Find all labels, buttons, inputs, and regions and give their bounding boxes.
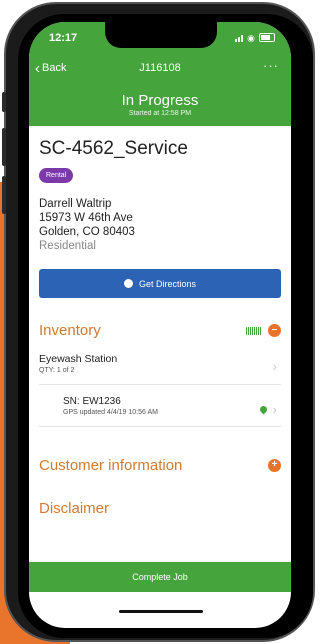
job-details: SC-4562_Service Rental Darrell Waltrip 1… xyxy=(29,138,291,517)
address-line-2: Golden, CO 80403 xyxy=(39,226,135,238)
inventory-section-header: Inventory – xyxy=(39,322,281,339)
serial-number: SN: EW1236 xyxy=(63,396,121,407)
serial-number-row[interactable]: SN: EW1236 GPS updated 4/4/19 10:56 AM › xyxy=(39,396,281,417)
address-line-1: 15973 W 46th Ave xyxy=(39,212,133,224)
signal-icon xyxy=(235,34,244,42)
customer-type: Residential xyxy=(39,240,96,252)
mute-switch xyxy=(2,92,6,112)
job-status: In Progress xyxy=(121,92,199,109)
get-directions-label: Get Directions xyxy=(138,278,197,289)
remove-circle-icon[interactable]: – xyxy=(268,324,281,337)
job-status-banner: In Progress Started at 12:58 PM xyxy=(29,92,291,117)
inventory-item-row[interactable]: Eyewash Station QTY: 1 of 2 › xyxy=(39,353,281,374)
job-id-title: SC-4562_Service xyxy=(39,138,188,159)
complete-job-button[interactable]: Complete Job xyxy=(29,562,291,592)
gps-updated-text: GPS updated 4/4/19 10:56 AM xyxy=(63,409,158,416)
inventory-item-name: Eyewash Station xyxy=(39,353,118,365)
barcode-scan-icon[interactable] xyxy=(246,326,262,335)
divider xyxy=(39,384,281,385)
volume-down-button xyxy=(2,176,6,214)
inventory-title: Inventory xyxy=(39,322,101,339)
phone-screen: 12:17 ◉ ‹ Back J116108 ··· In Progress S… xyxy=(29,22,291,628)
navigation-icon xyxy=(123,279,133,288)
customer-name: Darrell Waltrip xyxy=(39,198,112,210)
disclaimer-title: Disclaimer xyxy=(39,500,110,517)
wifi-icon: ◉ xyxy=(247,32,255,43)
customer-info-section-header[interactable]: Customer information + xyxy=(39,457,281,474)
disclaimer-section-header[interactable]: Disclaimer xyxy=(39,500,281,517)
job-started-time: Started at 12:58 PM xyxy=(128,110,192,117)
volume-up-button xyxy=(2,128,6,166)
notch xyxy=(105,22,217,48)
status-icons: ◉ xyxy=(235,33,275,42)
get-directions-button[interactable]: Get Directions xyxy=(39,269,281,298)
rental-badge: Rental xyxy=(39,168,74,183)
chevron-right-icon: › xyxy=(272,402,277,417)
serial-row-icons: › xyxy=(258,402,277,417)
battery-icon xyxy=(259,33,275,42)
location-pin-icon xyxy=(258,404,269,415)
more-options-button[interactable]: ··· xyxy=(263,58,279,73)
home-indicator xyxy=(119,610,203,613)
chevron-right-icon: › xyxy=(272,359,277,374)
inventory-actions: – xyxy=(246,324,281,337)
customer-info-title: Customer information xyxy=(39,457,183,474)
status-time: 12:17 xyxy=(49,32,78,44)
complete-job-label: Complete Job xyxy=(132,572,188,582)
add-circle-icon[interactable]: + xyxy=(268,459,281,472)
divider xyxy=(39,426,281,427)
inventory-item-qty: QTY: 1 of 2 xyxy=(39,367,75,374)
job-number-title: J116108 xyxy=(139,62,181,74)
